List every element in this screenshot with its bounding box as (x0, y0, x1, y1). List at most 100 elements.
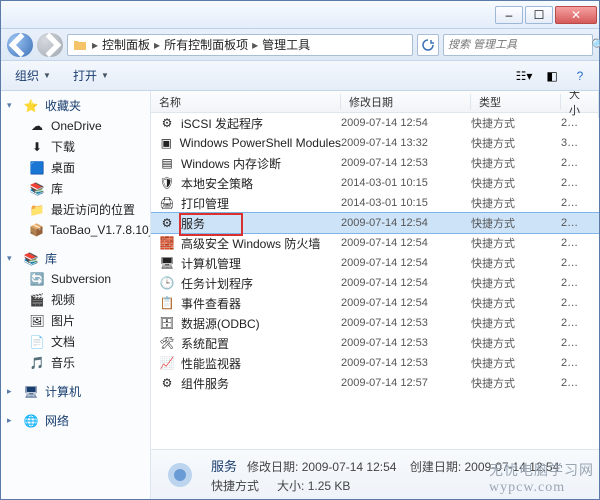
sidebar-item[interactable]: 🖼图片 (1, 310, 150, 331)
table-row[interactable]: 🗄数据源(ODBC)2009-07-14 12:53快捷方式2 KB (151, 313, 599, 333)
file-icon: 🖨 (159, 195, 175, 211)
view-button[interactable]: ☷▾ (513, 65, 535, 87)
sidebar-item[interactable]: 📄文档 (1, 331, 150, 352)
sidebar-favorites-head[interactable]: ▾⭐收藏夹 (1, 95, 150, 116)
details-type: 快捷方式 (211, 477, 259, 494)
sidebar-item[interactable]: 📦TaoBao_V1.7.8.10_... (1, 220, 150, 240)
item-icon: 📚 (29, 181, 45, 197)
computer-icon: 🖥 (23, 384, 39, 400)
breadcrumb-item[interactable]: 所有控制面板项 (164, 36, 248, 53)
item-icon: 📁 (29, 202, 45, 218)
refresh-button[interactable] (417, 34, 439, 56)
sidebar-item[interactable]: 🎵音乐 (1, 352, 150, 373)
maximize-button[interactable]: ☐ (525, 6, 553, 24)
item-icon: 🖼 (29, 313, 45, 329)
navbar: ▸ 控制面板 ▸ 所有控制面板项 ▸ 管理工具 🔍 (1, 29, 599, 61)
table-row[interactable]: ▤Windows 内存诊断2009-07-14 12:53快捷方式2 KB (151, 153, 599, 173)
organize-button[interactable]: 组织▼ (9, 64, 57, 87)
sidebar-item[interactable]: 🟦桌面 (1, 157, 150, 178)
file-icon: ⚙ (159, 375, 175, 391)
table-row[interactable]: ⚙组件服务2009-07-14 12:57快捷方式2 KB (151, 373, 599, 393)
item-icon: 🔄 (29, 271, 45, 287)
table-row[interactable]: ⚙服务2009-07-14 12:54快捷方式2 KB (151, 213, 599, 233)
close-button[interactable]: ✕ (555, 6, 597, 24)
file-icon: 🖥 (159, 255, 175, 271)
file-pane: 名称 修改日期 类型 大小 ⚙iSCSI 发起程序2009-07-14 12:5… (151, 91, 599, 499)
item-icon: 🎬 (29, 292, 45, 308)
table-row[interactable]: 📈性能监视器2009-07-14 12:53快捷方式2 KB (151, 353, 599, 373)
folder-icon (72, 37, 88, 53)
file-list[interactable]: ⚙iSCSI 发起程序2009-07-14 12:54快捷方式2 KB▣Wind… (151, 113, 599, 449)
chevron-right-icon: ▸ (252, 38, 258, 52)
search-input[interactable] (448, 39, 591, 51)
minimize-button[interactable]: – (495, 6, 523, 24)
file-icon: 🗄 (159, 315, 175, 331)
toolbar: 组织▼ 打开▼ ☷▾ ◧ ? (1, 61, 599, 91)
sidebar-item[interactable]: 📁最近访问的位置 (1, 199, 150, 220)
open-button[interactable]: 打开▼ (67, 64, 115, 87)
sidebar-item[interactable]: 🔄Subversion (1, 269, 150, 289)
table-row[interactable]: 🖥计算机管理2009-07-14 12:54快捷方式2 KB (151, 253, 599, 273)
file-icon: ▤ (159, 155, 175, 171)
table-row[interactable]: 🛠系统配置2009-07-14 12:53快捷方式2 KB (151, 333, 599, 353)
chevron-down-icon: ▼ (43, 71, 51, 80)
file-icon: ⚙ (159, 115, 175, 131)
chevron-right-icon: ▸ (92, 38, 98, 52)
column-headers: 名称 修改日期 类型 大小 (151, 91, 599, 113)
sidebar-item[interactable]: 🎬视频 (1, 289, 150, 310)
network-icon: 🌐 (23, 413, 39, 429)
file-icon: 🛠 (159, 335, 175, 351)
back-button[interactable] (7, 33, 33, 57)
file-icon: ⚙ (159, 215, 175, 231)
explorer-window: – ☐ ✕ ▸ 控制面板 ▸ 所有控制面板项 ▸ 管理工具 🔍 组织▼ 打开▼ … (0, 0, 600, 500)
chevron-down-icon: ▼ (101, 71, 109, 80)
details-name: 服务 (211, 459, 237, 474)
item-icon: 📦 (29, 222, 44, 238)
table-row[interactable]: 🧱高级安全 Windows 防火墙2009-07-14 12:54快捷方式2 K… (151, 233, 599, 253)
breadcrumb-item[interactable]: 管理工具 (262, 36, 310, 53)
file-icon: 🛡 (159, 175, 175, 191)
sidebar-item[interactable]: ☁OneDrive (1, 116, 150, 136)
sidebar-network[interactable]: ▸🌐网络 (1, 410, 150, 431)
table-row[interactable]: 📋事件查看器2009-07-14 12:54快捷方式2 KB (151, 293, 599, 313)
preview-pane-button[interactable]: ◧ (541, 65, 563, 87)
table-row[interactable]: ▣Windows PowerShell Modules2009-07-14 13… (151, 133, 599, 153)
file-icon: 📋 (159, 295, 175, 311)
chevron-down-icon: ▾ (526, 69, 532, 83)
table-row[interactable]: 🖨打印管理2014-03-01 10:15快捷方式2 KB (151, 193, 599, 213)
sidebar[interactable]: ▾⭐收藏夹 ☁OneDrive⬇下载🟦桌面📚库📁最近访问的位置📦TaoBao_V… (1, 91, 151, 499)
maximize-icon: ☐ (534, 8, 545, 22)
sidebar-computer[interactable]: ▸🖥计算机 (1, 381, 150, 402)
sidebar-libraries-head[interactable]: ▾📚库 (1, 248, 150, 269)
sidebar-item[interactable]: 📚库 (1, 178, 150, 199)
table-row[interactable]: ⚙iSCSI 发起程序2009-07-14 12:54快捷方式2 KB (151, 113, 599, 133)
body: ▾⭐收藏夹 ☁OneDrive⬇下载🟦桌面📚库📁最近访问的位置📦TaoBao_V… (1, 91, 599, 499)
col-date[interactable]: 修改日期 (341, 94, 471, 110)
search-box[interactable]: 🔍 (443, 34, 593, 56)
chevron-right-icon: ▸ (154, 38, 160, 52)
search-icon: 🔍 (591, 38, 600, 52)
forward-button[interactable] (37, 33, 63, 57)
star-icon: ⭐ (23, 98, 39, 114)
item-icon: ⬇ (29, 139, 45, 155)
breadcrumb-item[interactable]: 控制面板 (102, 36, 150, 53)
collapse-icon: ▾ (7, 100, 17, 111)
file-icon: ▣ (159, 135, 174, 151)
item-icon: 📄 (29, 334, 45, 350)
breadcrumb[interactable]: ▸ 控制面板 ▸ 所有控制面板项 ▸ 管理工具 (67, 34, 413, 56)
close-icon: ✕ (571, 8, 581, 22)
help-button[interactable]: ? (569, 65, 591, 87)
expand-icon: ▸ (7, 415, 17, 426)
sidebar-item[interactable]: ⬇下载 (1, 136, 150, 157)
item-icon: 🎵 (29, 355, 45, 371)
item-icon: 🟦 (29, 160, 45, 176)
collapse-icon: ▾ (7, 253, 17, 264)
table-row[interactable]: 🛡本地安全策略2014-03-01 10:15快捷方式2 KB (151, 173, 599, 193)
file-icon: 📈 (159, 355, 175, 371)
minimize-icon: – (506, 8, 513, 22)
table-row[interactable]: 🕒任务计划程序2009-07-14 12:54快捷方式2 KB (151, 273, 599, 293)
col-name[interactable]: 名称 (151, 94, 341, 110)
col-type[interactable]: 类型 (471, 94, 561, 110)
item-icon: ☁ (29, 118, 45, 134)
titlebar: – ☐ ✕ (1, 1, 599, 29)
